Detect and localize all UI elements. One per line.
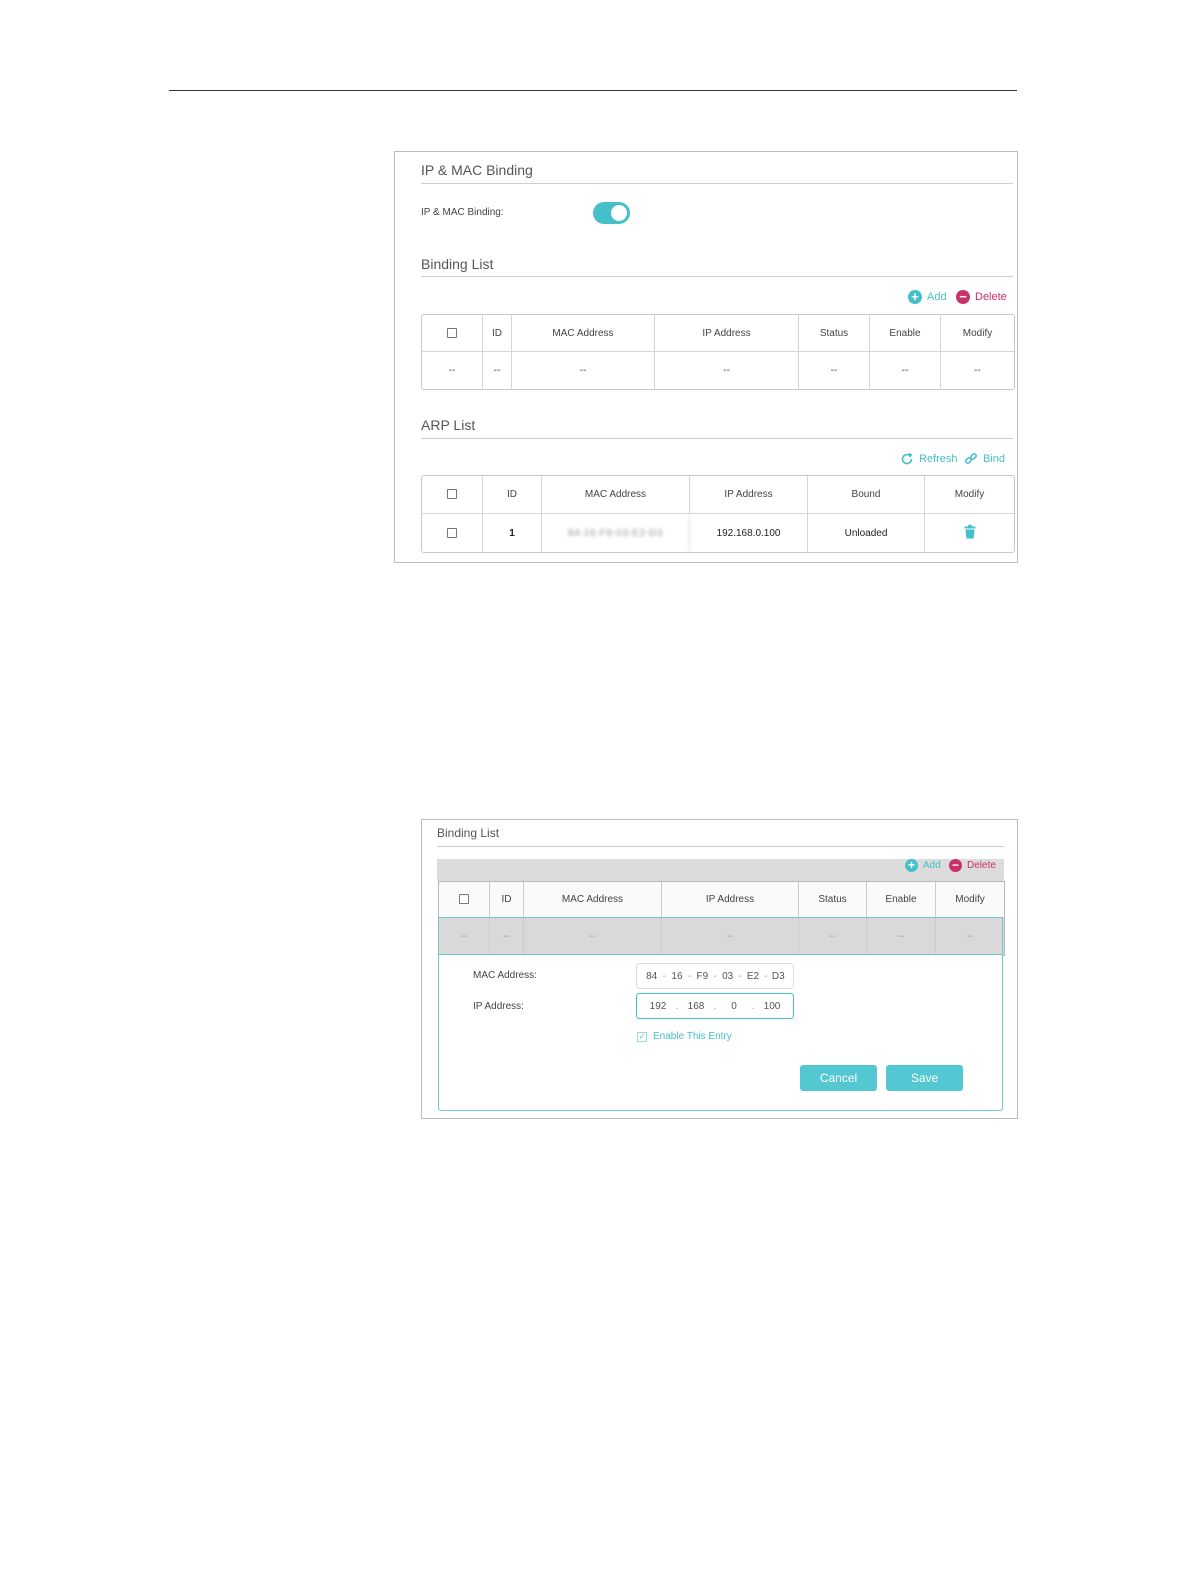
- col-status: Status: [799, 315, 870, 352]
- mac-octet-4[interactable]: 03: [719, 971, 736, 982]
- minus-circle-icon: −: [956, 290, 970, 304]
- add-button[interactable]: + Add: [905, 859, 941, 872]
- col-enable: Enable: [870, 315, 941, 352]
- section-divider: [421, 276, 1013, 277]
- minus-circle-icon: −: [949, 859, 962, 872]
- col-enable: Enable: [867, 882, 936, 918]
- ip-octet-3[interactable]: 0: [719, 1001, 749, 1012]
- page-header-rule: [169, 90, 1017, 91]
- cell: --: [490, 918, 524, 955]
- add-label: Add: [927, 291, 947, 303]
- section-title-binding-list: Binding List: [437, 826, 500, 840]
- refresh-button[interactable]: Refresh: [900, 452, 958, 466]
- section-divider: [421, 438, 1013, 439]
- delete-row-button[interactable]: [925, 514, 1014, 552]
- table-row: 1 84-16-F9-03-E2-D3 192.168.0.100 Unload…: [422, 514, 1014, 552]
- mac-octet-3[interactable]: F9: [694, 971, 711, 982]
- row-ip-address: 192.168.0.100: [690, 514, 808, 552]
- col-id: ID: [483, 476, 542, 514]
- mac-address-label: MAC Address:: [473, 970, 537, 981]
- section-divider: [437, 846, 1004, 847]
- delete-button[interactable]: − Delete: [949, 859, 996, 872]
- save-button[interactable]: Save: [886, 1065, 963, 1091]
- select-all-checkbox[interactable]: [422, 315, 483, 352]
- bind-button[interactable]: Bind: [964, 452, 1005, 466]
- cell: --: [439, 918, 490, 955]
- cell: --: [512, 352, 655, 389]
- ip-address-label: IP Address:: [473, 1001, 524, 1012]
- row-checkbox[interactable]: [422, 514, 483, 552]
- col-ip-address: IP Address: [655, 315, 799, 352]
- bind-label: Bind: [983, 453, 1006, 465]
- cell: --: [799, 918, 867, 955]
- col-id: ID: [483, 315, 512, 352]
- section-title-arp-list: ARP List: [421, 417, 476, 433]
- delete-label: Delete: [967, 860, 996, 871]
- cell: --: [662, 918, 799, 955]
- plus-circle-icon: +: [908, 290, 922, 304]
- col-modify: Modify: [941, 315, 1014, 352]
- delete-label: Delete: [975, 291, 1007, 303]
- ip-octet-2[interactable]: 168: [681, 1001, 711, 1012]
- section-divider: [421, 183, 1013, 184]
- table-row: -- -- -- -- -- -- --: [422, 352, 1014, 389]
- mac-octet-2[interactable]: 16: [668, 971, 685, 982]
- table-row-editing: -- -- -- -- -- -- --: [439, 918, 1004, 955]
- col-status: Status: [799, 882, 867, 918]
- cell: --: [799, 352, 870, 389]
- cell: --: [936, 918, 1004, 955]
- refresh-label: Refresh: [919, 453, 958, 465]
- ip-mac-binding-label: IP & MAC Binding:: [421, 207, 504, 218]
- cell: --: [422, 352, 483, 389]
- plus-circle-icon: +: [905, 859, 918, 872]
- add-button[interactable]: + Add: [908, 290, 947, 304]
- section-title-binding-list: Binding List: [421, 256, 494, 272]
- toggle-knob: [611, 205, 627, 221]
- col-ip-address: IP Address: [662, 882, 799, 918]
- binding-list-table: ID MAC Address IP Address Status Enable …: [421, 314, 1015, 390]
- cell: --: [974, 365, 981, 376]
- cell: --: [867, 918, 936, 955]
- row-id: 1: [483, 514, 542, 552]
- delete-button[interactable]: − Delete: [956, 290, 1007, 304]
- ip-octet-4[interactable]: 100: [757, 1001, 787, 1012]
- mac-octet-6[interactable]: D3: [770, 971, 787, 982]
- col-mac-address: MAC Address: [512, 315, 655, 352]
- binding-list-table: ID MAC Address IP Address Status Enable …: [438, 881, 1005, 956]
- mac-address-field[interactable]: 84- 16- F9- 03- E2- D3: [636, 963, 794, 989]
- link-icon: [965, 453, 977, 464]
- arp-list-table: ID MAC Address IP Address Bound Modify 1…: [421, 475, 1015, 553]
- select-all-checkbox[interactable]: [439, 882, 490, 918]
- check-icon: ✓: [637, 1031, 647, 1042]
- enable-entry-checkbox[interactable]: ✓ Enable This Entry: [637, 1031, 732, 1042]
- refresh-icon: [901, 452, 913, 465]
- cell: --: [524, 918, 662, 955]
- section-title-ip-mac-binding: IP & MAC Binding: [421, 162, 533, 178]
- mac-octet-5[interactable]: E2: [744, 971, 761, 982]
- col-mac-address: MAC Address: [542, 476, 690, 514]
- col-modify: Modify: [925, 476, 1014, 514]
- ip-address-field[interactable]: 192. 168. 0. 100: [636, 993, 794, 1019]
- ip-octet-1[interactable]: 192: [643, 1001, 673, 1012]
- col-modify: Modify: [936, 882, 1004, 918]
- col-mac-address: MAC Address: [524, 882, 662, 918]
- mac-octet-1[interactable]: 84: [643, 971, 660, 982]
- add-label: Add: [923, 860, 941, 871]
- col-ip-address: IP Address: [690, 476, 808, 514]
- row-bound: Unloaded: [808, 514, 925, 552]
- ip-mac-binding-toggle[interactable]: [593, 202, 630, 224]
- row-mac-address: 84-16-F9-03-E2-D3: [542, 514, 690, 552]
- cell: --: [870, 352, 941, 389]
- enable-entry-label: Enable This Entry: [653, 1031, 732, 1042]
- trash-icon: [964, 524, 975, 538]
- cell: --: [483, 352, 512, 389]
- col-id: ID: [490, 882, 524, 918]
- select-all-checkbox[interactable]: [422, 476, 483, 514]
- col-bound: Bound: [808, 476, 925, 514]
- cancel-button[interactable]: Cancel: [800, 1065, 877, 1091]
- cell: --: [655, 352, 799, 389]
